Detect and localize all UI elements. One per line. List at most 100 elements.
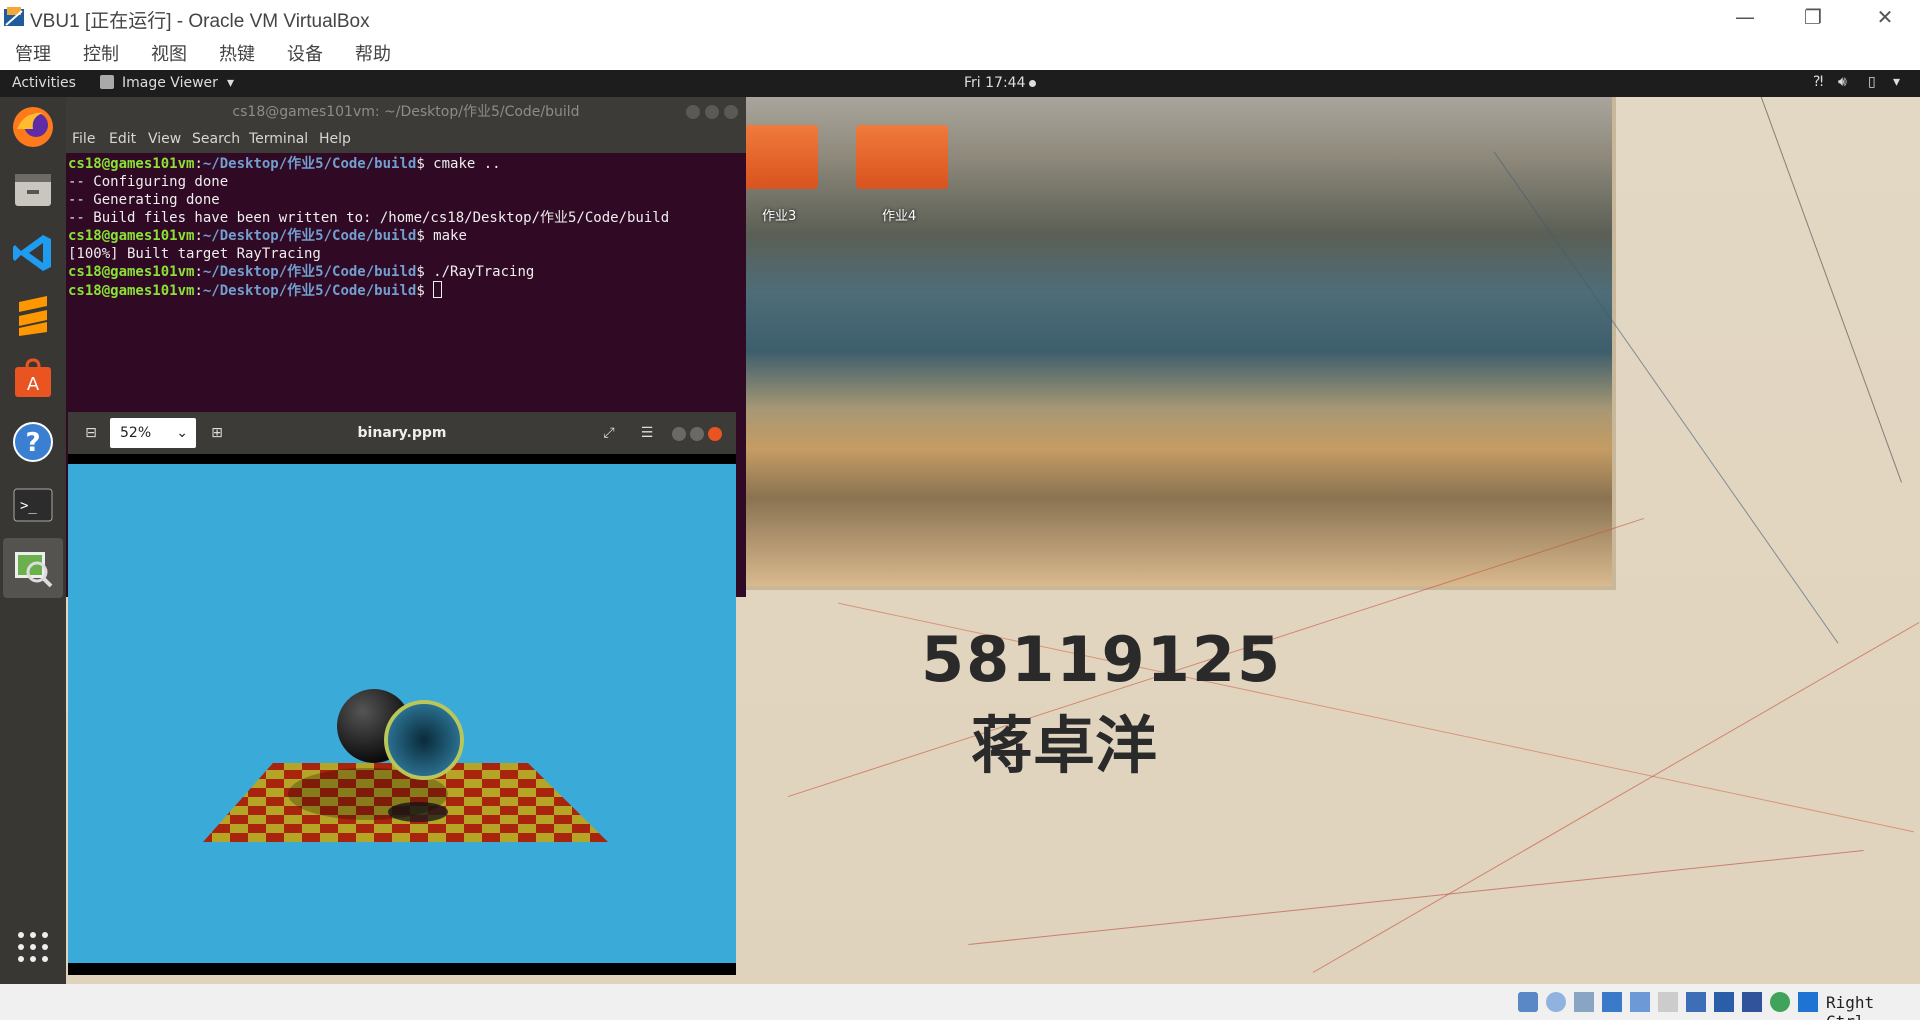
window-title: VBU1 [正在运行] - Oracle VM VirtualBox <box>30 11 370 32</box>
command-text: ./RayTracing <box>433 264 535 280</box>
zoom-in-button[interactable]: ⊞ <box>206 422 228 444</box>
clock[interactable]: Fri 17:44 <box>964 75 1025 91</box>
battery-icon[interactable]: ▯ <box>1868 74 1876 90</box>
prompt-dollar: $ <box>416 264 434 280</box>
rendered-image[interactable] <box>68 464 736 963</box>
terminal-menu-view[interactable]: View <box>148 131 181 147</box>
prompt-dollar: $ <box>416 283 434 299</box>
desktop-folder-hw4[interactable]: 作业4 <box>856 125 948 235</box>
video-capture-icon[interactable] <box>1714 992 1734 1012</box>
image-viewer-headerbar[interactable]: binary.ppm ⊟ 52% ⌄ ⊞ ⤢ ☰ <box>68 412 736 454</box>
mouse-integration-icon[interactable] <box>1798 992 1818 1012</box>
raytraced-scene <box>203 689 608 842</box>
menu-control[interactable]: 控制 <box>83 40 119 66</box>
image-viewer-window[interactable]: binary.ppm ⊟ 52% ⌄ ⊞ ⤢ ☰ <box>68 412 736 975</box>
menu-hotkey[interactable]: 热键 <box>219 40 255 66</box>
viewer-minimize-button[interactable] <box>672 427 686 441</box>
host-titlebar: VBU1 [正在运行] - Oracle VM VirtualBox — ❐ ✕ <box>0 0 1920 34</box>
shared-folders-icon[interactable] <box>1658 992 1678 1012</box>
terminal-menu-help[interactable]: Help <box>319 131 351 147</box>
cpu-status-icon[interactable] <box>1770 992 1790 1012</box>
terminal-line: cs18@games101vm:~/Desktop/作业5/Code/build… <box>68 227 744 245</box>
audio-icon[interactable] <box>1574 992 1594 1012</box>
terminal-maximize-button[interactable] <box>705 105 719 119</box>
terminal-close-button[interactable] <box>724 105 738 119</box>
dock-terminal[interactable]: >_ <box>3 475 63 535</box>
terminal-menu-terminal[interactable]: Terminal <box>249 131 308 147</box>
show-applications-button[interactable] <box>3 917 63 977</box>
dock-software[interactable]: A <box>3 349 63 409</box>
prompt-user: cs18@games101vm <box>68 156 195 172</box>
terminal-icon: >_ <box>13 488 53 522</box>
command-text: cmake .. <box>433 156 501 172</box>
optical-drive-icon[interactable] <box>1546 992 1566 1012</box>
app-menu[interactable]: Image Viewer <box>122 75 218 91</box>
zoom-select[interactable]: 52% ⌄ <box>110 418 196 448</box>
volume-icon[interactable]: 🔊︎ <box>1838 74 1847 90</box>
prompt-separator: : <box>194 228 203 244</box>
dock-image-viewer[interactable] <box>3 538 63 598</box>
menu-help[interactable]: 帮助 <box>355 40 391 66</box>
dock-sublime[interactable] <box>3 286 63 346</box>
zoom-out-button[interactable]: ⊟ <box>80 422 102 444</box>
terminal-line: -- Generating done <box>68 191 744 209</box>
prompt-path: ~/Desktop/作业5/Code/build <box>202 283 417 299</box>
menu-view[interactable]: 视图 <box>151 40 187 66</box>
notification-dot-icon <box>1029 80 1036 87</box>
terminal-minimize-button[interactable] <box>686 105 700 119</box>
menu-button[interactable]: ☰ <box>636 422 658 444</box>
close-button[interactable]: ✕ <box>1850 0 1920 34</box>
folder-icon <box>856 125 948 189</box>
prompt-user: cs18@games101vm <box>68 264 195 280</box>
viewer-close-button[interactable] <box>708 427 722 441</box>
network-icon[interactable]: ⁈ <box>1813 74 1823 90</box>
terminal-menu-edit[interactable]: Edit <box>109 131 136 147</box>
terminal-menu-search[interactable]: Search <box>192 131 240 147</box>
minimize-icon: — <box>1735 5 1755 29</box>
image-viewer-small-icon <box>100 75 114 89</box>
scribble-line <box>1312 622 1920 973</box>
minus-icon: ⊟ <box>85 425 97 441</box>
folder-icon <box>744 125 818 189</box>
restore-icon: ❐ <box>1804 5 1822 29</box>
menu-devices[interactable]: 设备 <box>287 40 323 66</box>
terminal-titlebar[interactable]: cs18@games101vm: ~/Desktop/作业5/Code/buil… <box>66 97 746 127</box>
terminal-cursor <box>433 281 443 298</box>
svg-text:A: A <box>27 374 40 395</box>
activities-button[interactable]: Activities <box>12 75 76 91</box>
hard-disk-icon[interactable] <box>1518 992 1538 1012</box>
wallpaper-name: 蒋卓洋 <box>971 709 1158 782</box>
dock-help[interactable]: ? <box>3 412 63 472</box>
vscode-icon <box>13 235 51 271</box>
dock-vscode[interactable] <box>3 223 63 283</box>
minimize-button[interactable]: — <box>1710 0 1780 34</box>
sublime-text-icon <box>19 296 47 336</box>
dock-files[interactable] <box>3 160 63 220</box>
dock-firefox[interactable] <box>3 97 63 157</box>
firefox-icon <box>13 107 53 147</box>
virtualization-icon[interactable] <box>1742 992 1762 1012</box>
glass-sphere <box>384 700 464 780</box>
svg-text:>_: >_ <box>20 498 37 514</box>
system-menu-chevron-icon[interactable]: ▾ <box>1893 74 1900 90</box>
folder-label: 作业3 <box>762 209 797 224</box>
close-icon: ✕ <box>1876 5 1894 29</box>
prompt-path: ~/Desktop/作业5/Code/build <box>202 156 417 172</box>
display-icon[interactable] <box>1686 992 1706 1012</box>
terminal-title: cs18@games101vm: ~/Desktop/作业5/Code/buil… <box>232 104 580 120</box>
desktop-folder-hw3[interactable]: 作业3 <box>744 125 824 235</box>
usb-icon[interactable] <box>1630 992 1650 1012</box>
fullscreen-icon: ⤢ <box>603 425 615 441</box>
vm-screen[interactable]: Activities Image Viewer ▾ Fri 17:44 ⁈ 🔊︎… <box>0 70 1920 984</box>
terminal-line: -- Build files have been written to: /ho… <box>68 209 744 227</box>
prompt-user: cs18@games101vm <box>68 228 195 244</box>
terminal-menu-file[interactable]: File <box>72 131 95 147</box>
terminal-line: cs18@games101vm:~/Desktop/作业5/Code/build… <box>68 155 744 173</box>
zoom-value: 52% <box>120 425 152 441</box>
menu-manage[interactable]: 管理 <box>15 40 51 66</box>
network-adapter-icon[interactable] <box>1602 992 1622 1012</box>
virtualbox-logo-icon <box>4 7 24 26</box>
restore-button[interactable]: ❐ <box>1778 0 1848 34</box>
fullscreen-button[interactable]: ⤢ <box>598 422 620 444</box>
viewer-maximize-button[interactable] <box>690 427 704 441</box>
